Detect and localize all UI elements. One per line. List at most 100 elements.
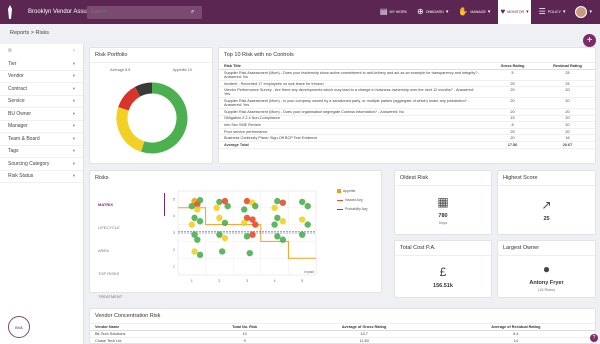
sidebar-item-label: Vendor	[8, 73, 24, 80]
risk-point[interactable]	[196, 218, 204, 225]
nav-onboard[interactable]: ⊕ ONBOARD ▾	[415, 0, 450, 24]
add-button[interactable]: +	[583, 34, 596, 47]
appetite-label: Appetite 10	[172, 68, 192, 72]
sidebar-item-tier[interactable]: Tier ▾	[0, 58, 83, 71]
legend-item: Hazard Avg	[337, 198, 367, 202]
risk-point[interactable]	[191, 214, 198, 222]
sidebar-item-manager[interactable]: Manager ▾	[0, 121, 83, 133]
risk-point[interactable]	[252, 221, 259, 228]
tab-treatment[interactable]: TREATMENT	[95, 285, 165, 308]
sidebar-item-label: BU Owner	[8, 110, 32, 117]
table-row[interactable]: Vendor Performance Survey - Are there an…	[219, 86, 595, 99]
tab-area[interactable]: AREA	[95, 239, 165, 262]
tab-lifecycle[interactable]: LIFECYCLE	[95, 216, 165, 239]
chevron-down-icon: ▾	[72, 98, 75, 104]
x-tick-label: 4	[274, 279, 276, 283]
risk-point[interactable]	[274, 214, 281, 222]
risk-point[interactable]	[274, 197, 281, 205]
risk-point[interactable]	[299, 198, 306, 206]
risk-point[interactable]	[224, 202, 231, 210]
sidebar-item-team-board[interactable]: Team & Board ▾	[0, 133, 83, 146]
x-tick-label: 1	[191, 279, 193, 283]
highest-score-value: 25	[543, 215, 550, 222]
sidebar-item-tags[interactable]: Tags ▾	[0, 146, 83, 158]
risk-point[interactable]	[194, 236, 201, 243]
total-risk-cell: 9	[197, 337, 292, 344]
risk-point[interactable]	[194, 206, 201, 213]
tab-top-risks[interactable]: TOP RISKS	[95, 262, 165, 285]
table-row[interactable]: Bit-Tech Solutions 10 13.7 8.4	[90, 330, 595, 338]
risk-point[interactable]	[191, 248, 198, 255]
risk-point[interactable]	[241, 206, 248, 213]
risk-point[interactable]	[241, 219, 248, 227]
top-nav: ▤ MY WORK ⊕ ONBOARD ▾ ✋ MANAGE ▾ ♥ MONIT…	[378, 0, 594, 24]
chevron-down-icon: ▾	[589, 9, 592, 15]
risk-point[interactable]	[216, 198, 223, 206]
collapse-icon[interactable]: ‹	[73, 48, 75, 54]
nav-my-work[interactable]: ▤ MY WORK	[378, 0, 409, 24]
chevron-down-icon: ▾	[72, 85, 75, 91]
risk-point[interactable]	[216, 214, 223, 222]
risk-point[interactable]	[196, 197, 204, 204]
risk-title-cell: Supplier Risk Assessment (Mcm) - Is your…	[219, 97, 485, 110]
sidebar-item-bu-owner[interactable]: BU Owner ▾	[0, 108, 83, 121]
top-bar: Brooklyn Vendor Assurance ⌕ ▤ MY WORK ⊕ …	[0, 0, 600, 24]
risk-point[interactable]	[279, 199, 287, 206]
app-logo[interactable]	[0, 0, 20, 24]
sidebar-item-risk-status[interactable]: Risk Status ▾	[0, 171, 83, 183]
user-menu[interactable]: ▾	[573, 0, 594, 24]
sidebar-item-service[interactable]: Service ▾	[0, 96, 83, 108]
risk-point[interactable]	[196, 251, 204, 259]
risk-point[interactable]	[279, 218, 287, 225]
risk-point[interactable]	[221, 234, 229, 242]
table-row[interactable]: Supplier Risk Assessment (Mcm) - Is your…	[219, 97, 595, 110]
risk-point[interactable]	[188, 202, 195, 210]
vendor-name-cell: Bit-Tech Solutions	[90, 330, 198, 338]
risk-point[interactable]	[243, 233, 251, 240]
risk-point[interactable]	[252, 202, 259, 210]
risk-point[interactable]	[216, 231, 223, 238]
global-search[interactable]: ⌕	[87, 5, 202, 19]
tab-matrix[interactable]: MATRIX	[95, 193, 165, 216]
search-icon[interactable]: ⌕	[191, 9, 194, 16]
risk-point[interactable]	[249, 231, 256, 238]
risk-point[interactable]	[218, 248, 226, 255]
risk-point[interactable]	[213, 204, 220, 211]
nav-manage[interactable]: ✋ MANAGE ▾	[456, 0, 492, 24]
risk-point[interactable]	[243, 197, 251, 205]
sidebar-item-contract[interactable]: Contract ▾	[0, 83, 83, 96]
risk-point[interactable]	[299, 231, 306, 238]
nav-label: MY WORK	[389, 10, 407, 14]
risk-point[interactable]	[304, 202, 311, 210]
residual-rating-cell: 25	[540, 69, 595, 81]
breadcrumb[interactable]: Reports > Risks	[10, 30, 49, 36]
donut-slice[interactable]	[116, 107, 145, 152]
risk-point[interactable]	[271, 221, 278, 228]
risk-point[interactable]	[274, 233, 281, 240]
search-input[interactable]	[91, 9, 191, 15]
nav-monitor[interactable]: ♥ MONITOR ▾	[498, 0, 531, 24]
nav-policy[interactable]: ☰ POLICY ▾	[537, 0, 568, 24]
risk-point[interactable]	[299, 216, 306, 223]
donut-slice[interactable]	[134, 82, 153, 97]
risk-point[interactable]	[221, 219, 229, 227]
total-risk-cell: 10	[197, 330, 292, 338]
donut-slice[interactable]	[118, 86, 141, 111]
sidebar-item-label: Risk Status	[8, 173, 34, 180]
help-button[interactable]: ?	[590, 334, 598, 342]
table-row[interactable]: Chase Tech Ltd 9 11.83 14	[90, 337, 595, 344]
sidebar-item-vendor[interactable]: Vendor ▾	[0, 71, 83, 83]
donut-slice[interactable]	[141, 82, 188, 154]
risk-point[interactable]	[188, 221, 195, 228]
largest-owner-card: Largest Owner ● Antony Fryer (16 Risks)	[497, 240, 596, 298]
filter-icon[interactable]: ⩸	[8, 48, 12, 55]
risk-point[interactable]	[304, 221, 311, 228]
table-row[interactable]: Supplier Risk Assessment (Mcm) - Does yo…	[219, 69, 595, 81]
risk-view-tabs: MATRIX LIFECYCLE AREA TOP RISKS TREATMENT	[95, 193, 165, 308]
risk-point[interactable]	[279, 236, 287, 243]
risk-point[interactable]	[246, 249, 253, 257]
chevron-down-icon: ▾	[526, 9, 529, 15]
risk-point[interactable]	[271, 204, 278, 211]
sidebar-item-sourcing-category[interactable]: Sourcing Category ▾	[0, 158, 83, 171]
average-label: Average 8.8	[110, 68, 131, 72]
